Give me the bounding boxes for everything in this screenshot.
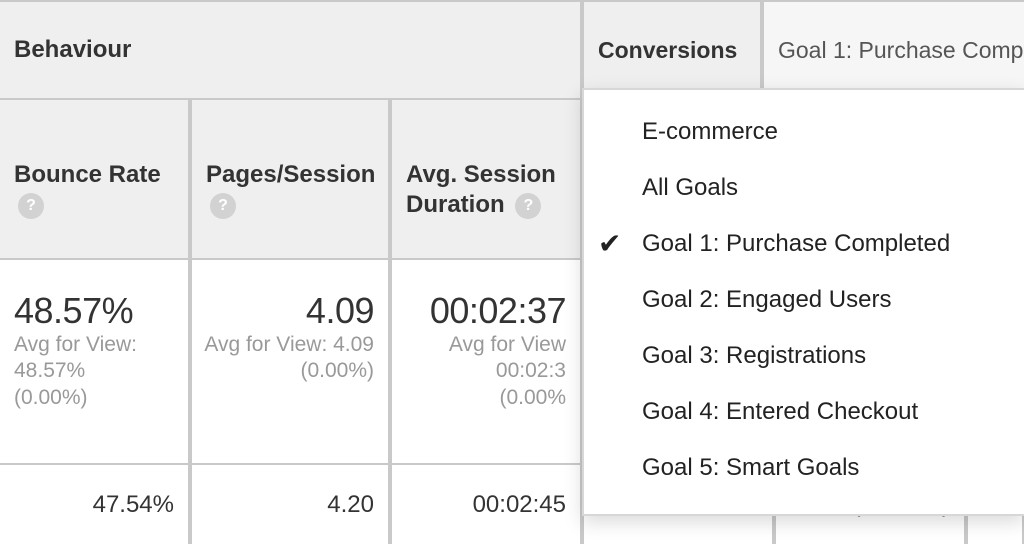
goal-segment-select[interactable]: Goal 1: Purchase Comp xyxy=(762,2,1024,98)
dropdown-item-label: E-commerce xyxy=(642,118,778,146)
dropdown-item-ecommerce[interactable]: E-commerce xyxy=(584,104,1024,160)
summary-pages-session-avg: Avg for View: 4.09 (0.00%) xyxy=(204,332,374,385)
col-avg-duration-label-1: Avg. Session xyxy=(406,161,556,188)
col-pages-session[interactable]: Pages/Session ? xyxy=(190,100,390,258)
summary-pages-session: 4.09 Avg for View: 4.09 (0.00%) xyxy=(190,260,390,463)
check-icon: ✔ xyxy=(598,230,621,258)
col-avg-duration[interactable]: Avg. Session Duration ? xyxy=(390,100,582,258)
col-bounce-rate[interactable]: Bounce Rate ? xyxy=(0,100,190,258)
help-icon[interactable]: ? xyxy=(210,193,236,219)
dropdown-item-label: Goal 4: Entered Checkout xyxy=(642,398,918,426)
dropdown-item-label: Goal 3: Registrations xyxy=(642,342,866,370)
dropdown-item-goal-2[interactable]: Goal 2: Engaged Users xyxy=(584,272,1024,328)
dropdown-item-all-goals[interactable]: All Goals xyxy=(584,160,1024,216)
goal-segment-selected-label: Goal 1: Purchase Comp xyxy=(778,37,1023,64)
col-bounce-rate-label: Bounce Rate xyxy=(14,161,161,188)
dropdown-item-goal-5[interactable]: Goal 5: Smart Goals xyxy=(584,440,1024,496)
summary-bounce-rate-avg: Avg for View: 48.57% (0.00%) xyxy=(14,332,137,411)
group-behaviour: Behaviour xyxy=(0,2,582,98)
dropdown-item-label: All Goals xyxy=(642,174,738,202)
summary-pages-session-value: 4.09 xyxy=(306,290,374,332)
help-icon[interactable]: ? xyxy=(515,193,541,219)
summary-bounce-rate-value: 48.57% xyxy=(14,290,133,332)
group-conversions-label: Conversions xyxy=(598,37,737,64)
cell-bounce-rate: 47.54% xyxy=(0,465,190,544)
cell-avg-duration: 00:02:45 xyxy=(390,465,582,544)
column-group-header-row: Behaviour Conversions Goal 1: Purchase C… xyxy=(0,0,1024,100)
summary-avg-duration-value: 00:02:37 xyxy=(430,290,566,332)
dropdown-item-goal-3[interactable]: Goal 3: Registrations xyxy=(584,328,1024,384)
analytics-table-fragment: Behaviour Conversions Goal 1: Purchase C… xyxy=(0,0,1024,544)
col-pages-session-label: Pages/Session xyxy=(206,161,375,188)
cell-pages-session: 4.20 xyxy=(190,465,390,544)
col-avg-duration-label-2: Duration xyxy=(406,191,505,218)
dropdown-item-label: Goal 1: Purchase Completed xyxy=(642,230,950,258)
help-icon[interactable]: ? xyxy=(18,193,44,219)
summary-bounce-rate: 48.57% Avg for View: 48.57% (0.00%) xyxy=(0,260,190,463)
summary-avg-duration: 00:02:37 Avg for View 00:02:3 (0.00% xyxy=(390,260,582,463)
group-conversions: Conversions xyxy=(582,2,762,98)
summary-avg-duration-avg: Avg for View 00:02:3 (0.00% xyxy=(449,332,566,411)
dropdown-item-goal-4[interactable]: Goal 4: Entered Checkout xyxy=(584,384,1024,440)
dropdown-item-label: Goal 2: Engaged Users xyxy=(642,286,891,314)
dropdown-item-goal-1[interactable]: ✔ Goal 1: Purchase Completed xyxy=(584,216,1024,272)
group-behaviour-label: Behaviour xyxy=(14,36,131,64)
dropdown-item-label: Goal 5: Smart Goals xyxy=(642,454,859,482)
goal-segment-dropdown: E-commerce All Goals ✔ Goal 1: Purchase … xyxy=(582,88,1024,516)
